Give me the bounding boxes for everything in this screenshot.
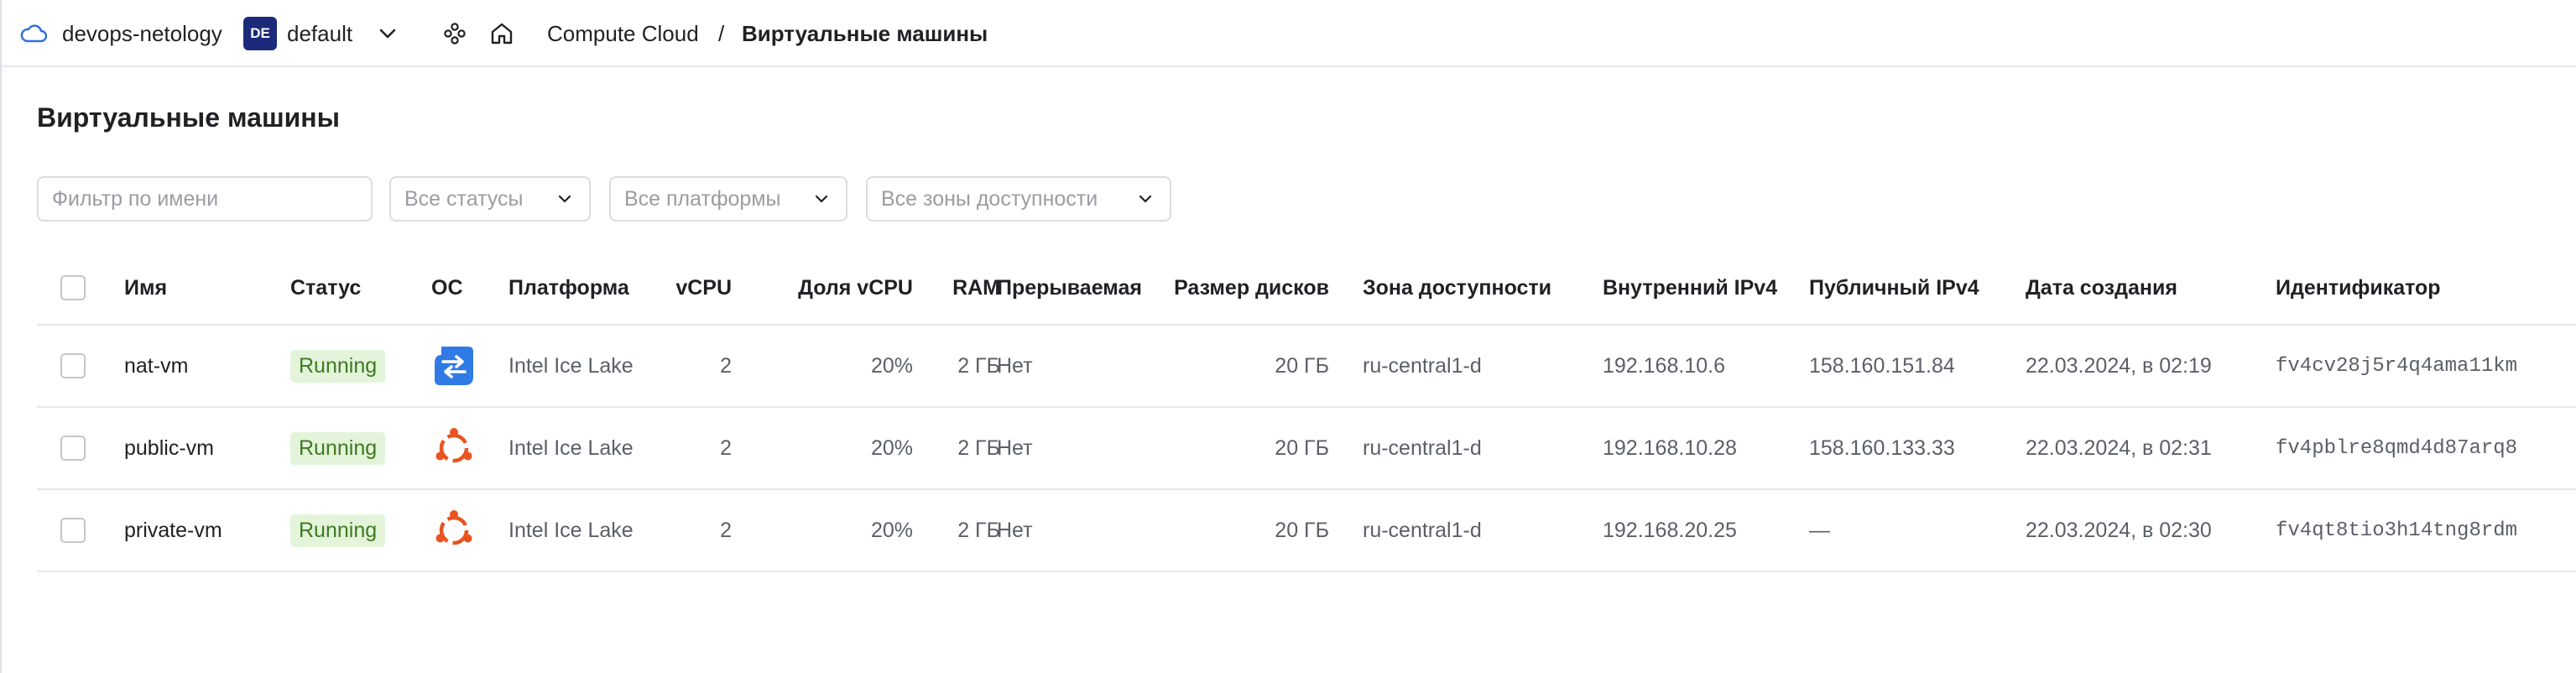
column-header-preemptible[interactable]: Прерываемая: [997, 252, 1142, 324]
top-bar: devops-netology DE default Compute Cloud…: [2, 0, 2576, 67]
column-header-created[interactable]: Дата создания: [2026, 252, 2177, 324]
os-cell: [431, 408, 477, 488]
internal-ip-cell: 192.168.20.25: [1603, 518, 1737, 542]
vcpu-cell: 2: [720, 353, 732, 378]
folder-chevron-down-icon[interactable]: [378, 0, 399, 67]
vcpu-share-cell: 20%: [870, 353, 913, 378]
created-date-cell: 22.03.2024, в 02:30: [2026, 518, 2212, 542]
select-all-checkbox[interactable]: [60, 275, 86, 300]
row-checkbox[interactable]: [60, 436, 86, 461]
vm-id-cell: fv4qt8tio3h14tng8rdm: [2276, 519, 2518, 542]
column-header-os[interactable]: ОС: [431, 252, 463, 324]
ram-cell: 2 ГБ: [957, 518, 1000, 542]
ubuntu-icon: [435, 428, 472, 463]
status-cell: Running: [290, 490, 386, 571]
vcpu-cell: 2: [720, 518, 732, 542]
column-header-vcpu[interactable]: vCPU: [639, 252, 732, 324]
column-header-name[interactable]: Имя: [124, 252, 167, 324]
vcpu-share-cell: 20%: [870, 436, 913, 460]
disk-size-cell: 20 ГБ: [1275, 353, 1329, 378]
page-title: Виртуальные машины: [37, 102, 340, 133]
status-filter-select[interactable]: Все статусы: [389, 176, 591, 222]
status-cell: Running: [290, 326, 386, 406]
column-header-ram[interactable]: RAM: [913, 252, 1000, 324]
row-select-cell: [60, 326, 86, 406]
platform-filter-select[interactable]: Все платформы: [609, 176, 847, 222]
home-icon[interactable]: [488, 0, 519, 67]
vm-name[interactable]: nat-vm: [124, 326, 188, 406]
vm-table: Имя Статус ОС Платформа vCPU Доля vCPU R…: [37, 252, 2576, 572]
chevron-down-icon: [558, 195, 571, 203]
zone-cell: ru-central1-d: [1363, 353, 1482, 378]
vcpu-cell: 2: [720, 436, 732, 460]
public-ip-cell: —: [1809, 518, 1830, 542]
preemptible-cell: Нет: [997, 518, 1033, 542]
row-checkbox[interactable]: [60, 518, 86, 543]
zone-cell: ru-central1-d: [1363, 436, 1482, 460]
folder-avatar[interactable]: DE: [243, 17, 277, 50]
chevron-down-icon: [815, 195, 828, 203]
name-filter-input[interactable]: [37, 176, 373, 222]
created-date-cell: 22.03.2024, в 02:19: [2026, 353, 2212, 378]
table-row[interactable]: nat-vm Running Intel Ice Lake 2 20% 2 ГБ…: [37, 326, 2576, 408]
column-header-platform[interactable]: Платформа: [508, 252, 629, 324]
platform-cell: Intel Ice Lake: [508, 353, 634, 378]
breadcrumb-separator: /: [718, 20, 725, 46]
disk-size-cell: 20 ГБ: [1275, 518, 1329, 542]
public-ip-cell: 158.160.151.84: [1809, 353, 1955, 378]
row-checkbox[interactable]: [60, 353, 86, 378]
column-header-vcpu-share[interactable]: Доля vCPU: [759, 252, 913, 324]
ubuntu-icon: [435, 510, 472, 545]
column-header-public-ip[interactable]: Публичный IPv4: [1809, 252, 1979, 324]
vm-id-cell: fv4cv28j5r4q4ama11km: [2276, 354, 2518, 378]
cloud-icon[interactable]: [20, 0, 49, 67]
column-header-zone[interactable]: Зона доступности: [1363, 252, 1551, 324]
preemptible-cell: Нет: [997, 353, 1033, 378]
cloud-name[interactable]: devops-netology: [62, 0, 222, 67]
breadcrumb-current-page: Виртуальные машины: [742, 20, 988, 46]
status-cell: Running: [290, 408, 386, 488]
os-cell: [431, 490, 477, 571]
chevron-down-icon: [1139, 195, 1152, 203]
status-badge: Running: [290, 431, 386, 465]
row-select-cell: [60, 408, 86, 488]
internal-ip-cell: 192.168.10.28: [1603, 436, 1737, 460]
status-badge: Running: [290, 514, 386, 547]
internal-ip-cell: 192.168.10.6: [1603, 353, 1725, 378]
status-badge: Running: [290, 349, 386, 383]
public-ip-cell: 158.160.133.33: [1809, 436, 1955, 460]
table-row[interactable]: private-vm Running Intel Ice Lake 2 20% …: [37, 490, 2576, 572]
vm-id-cell: fv4pblre8qmd4d87arq8: [2276, 436, 2518, 460]
ram-cell: 2 ГБ: [957, 353, 1000, 378]
disk-size-cell: 20 ГБ: [1275, 436, 1329, 460]
table-header-row: Имя Статус ОС Платформа vCPU Доля vCPU R…: [37, 252, 2576, 326]
preemptible-cell: Нет: [997, 436, 1033, 460]
select-all-cell: [60, 252, 86, 324]
breadcrumb-service[interactable]: Compute Cloud: [547, 0, 699, 67]
vm-name[interactable]: public-vm: [124, 408, 214, 488]
created-date-cell: 22.03.2024, в 02:31: [2026, 436, 2212, 460]
folder-name[interactable]: default: [287, 0, 352, 67]
column-header-internal-ip[interactable]: Внутренний IPv4: [1603, 252, 1777, 324]
row-select-cell: [60, 490, 86, 571]
zone-cell: ru-central1-d: [1363, 518, 1482, 542]
platform-cell: Intel Ice Lake: [508, 436, 634, 460]
table-row[interactable]: public-vm Running Intel Ice Lake 2 20% 2…: [37, 408, 2576, 490]
zone-filter-value: Все зоны доступности: [881, 186, 1098, 211]
column-header-disk-size[interactable]: Размер дисков: [1174, 252, 1329, 324]
nat-instance-icon: [435, 347, 473, 385]
vm-name[interactable]: private-vm: [124, 490, 222, 571]
column-header-status[interactable]: Статус: [290, 252, 361, 324]
zone-filter-select[interactable]: Все зоны доступности: [866, 176, 1171, 222]
vcpu-share-cell: 20%: [870, 518, 913, 542]
column-header-id[interactable]: Идентификатор: [2276, 252, 2441, 324]
os-cell: [431, 326, 477, 406]
platform-cell: Intel Ice Lake: [508, 518, 634, 542]
services-icon[interactable]: [441, 0, 472, 67]
ram-cell: 2 ГБ: [957, 436, 1000, 460]
status-filter-value: Все статусы: [404, 186, 524, 211]
platform-filter-value: Все платформы: [624, 186, 781, 211]
app-window: devops-netology DE default Compute Cloud…: [0, 0, 2576, 673]
